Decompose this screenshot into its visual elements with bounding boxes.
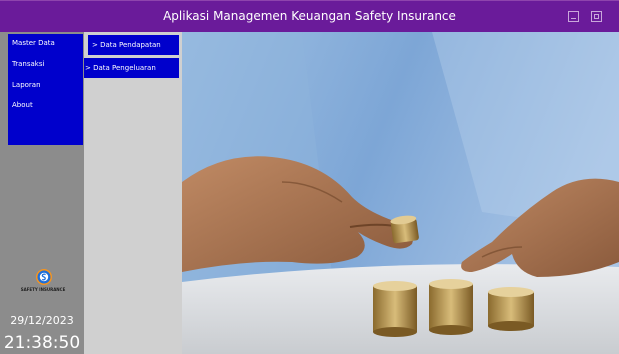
title-bar: Aplikasi Managemen Keuangan Safety Insur… <box>0 0 619 32</box>
minimize-icon[interactable] <box>568 11 579 22</box>
menu-item-laporan[interactable]: Laporan <box>12 81 41 89</box>
menu-item-about[interactable]: About <box>12 101 33 109</box>
coins-photo <box>182 32 619 354</box>
window-title: Aplikasi Managemen Keuangan Safety Insur… <box>163 9 456 23</box>
menu-item-master-data[interactable]: Master Data <box>12 39 55 47</box>
menu-item-transaksi[interactable]: Transaksi <box>12 60 44 68</box>
current-time: 21:38:50 <box>3 333 81 353</box>
current-date: 29/12/2023 <box>10 314 74 327</box>
data-pengeluaran-button[interactable]: > Data Pengeluaran <box>84 58 179 78</box>
logo-text: SAFETY INSURANCE <box>20 287 66 292</box>
main-menu: Master Data Transaksi Laporan About <box>8 34 83 145</box>
maximize-icon[interactable] <box>591 11 602 22</box>
submenu-panel: > Data Pendapatan > Data Pengeluaran <box>84 32 182 354</box>
data-pendapatan-button[interactable]: > Data Pendapatan <box>88 35 179 55</box>
sidebar: Master Data Transaksi Laporan About SAFE… <box>0 32 84 354</box>
